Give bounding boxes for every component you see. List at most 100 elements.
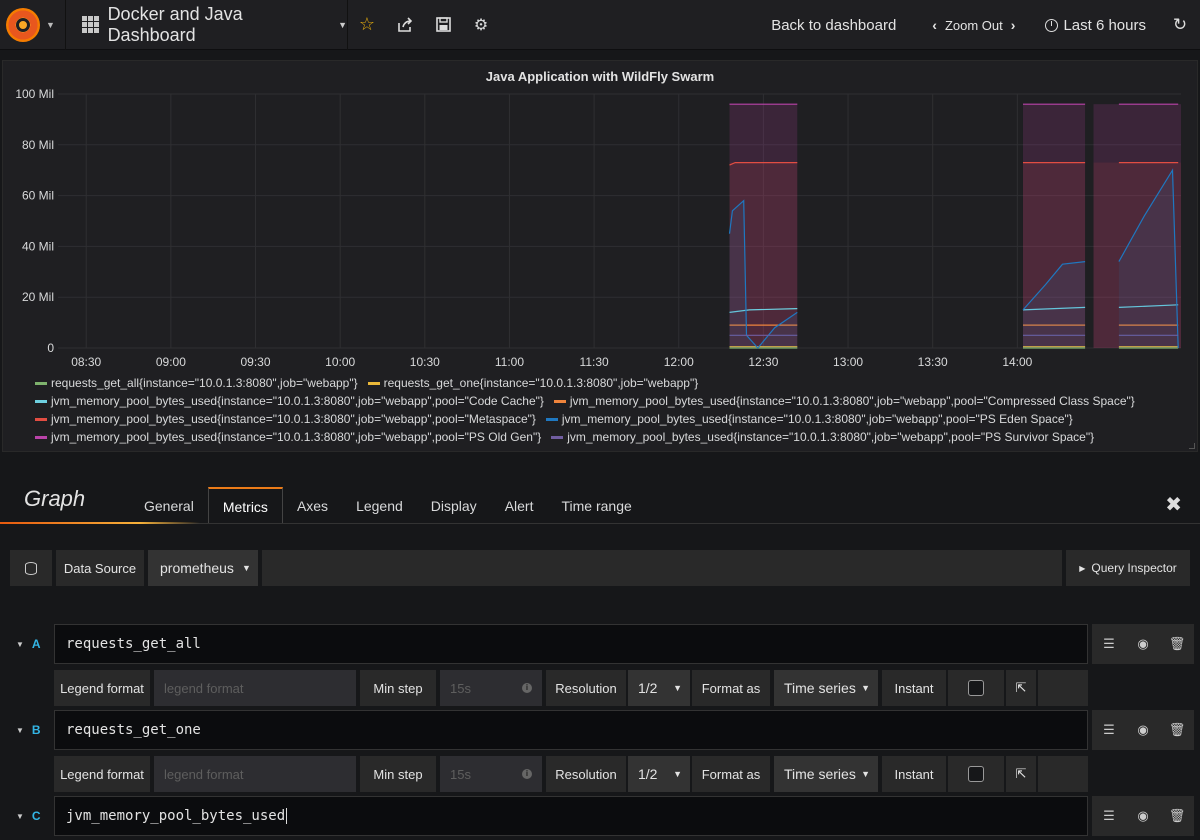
eye-icon[interactable]: ◉ bbox=[1126, 624, 1160, 664]
legend-item[interactable]: jvm_memory_pool_bytes_used{instance="10.… bbox=[35, 394, 544, 408]
instant-checkbox[interactable] bbox=[968, 766, 984, 782]
trash-icon[interactable]: 🗑 bbox=[1160, 796, 1194, 836]
query-options-row-b: Legend format legend format Min step 15s… bbox=[10, 756, 1190, 792]
open-link-icon[interactable]: ⇱ bbox=[1006, 670, 1036, 706]
legend-format-input[interactable]: legend format bbox=[154, 670, 356, 706]
time-range-picker[interactable]: Last 6 hours bbox=[1031, 17, 1160, 34]
query-collapse-toggle[interactable]: ▼ C bbox=[10, 796, 52, 836]
legend-item[interactable]: requests_get_all{instance="10.0.1.3:8080… bbox=[35, 376, 358, 390]
grafana-logo-icon bbox=[6, 7, 40, 42]
legend-row: requests_get_all{instance="10.0.1.3:8080… bbox=[35, 374, 1185, 392]
min-step-label: Min step bbox=[360, 756, 436, 792]
query-expression-input[interactable]: requests_get_all bbox=[54, 624, 1088, 664]
tab-time-range[interactable]: Time range bbox=[547, 487, 645, 524]
back-to-dashboard-button[interactable]: Back to dashboard bbox=[751, 17, 916, 34]
x-tick-label: 12:30 bbox=[748, 355, 778, 369]
legend-swatch bbox=[545, 417, 558, 421]
x-tick-label: 13:30 bbox=[918, 355, 948, 369]
min-step-input[interactable]: 15s i bbox=[440, 670, 542, 706]
y-tick-label: 40 Mil bbox=[22, 239, 54, 253]
resolution-select[interactable]: 1/2 ▼ bbox=[628, 756, 690, 792]
instant-checkbox[interactable] bbox=[968, 680, 984, 696]
query-row-a: ▼ A requests_get_all ☰ ◉ 🗑 bbox=[10, 624, 1194, 664]
x-tick-label: 09:00 bbox=[156, 355, 186, 369]
y-tick-label: 20 Mil bbox=[22, 290, 54, 304]
tab-alert[interactable]: Alert bbox=[491, 487, 548, 524]
datasource-select[interactable]: prometheus ▼ bbox=[148, 550, 258, 586]
min-step-label: Min step bbox=[360, 670, 436, 706]
graph-panel[interactable]: Java Application with WildFly Swarm 0 20 … bbox=[2, 60, 1198, 452]
resolution-value: 1/2 bbox=[638, 680, 658, 696]
trash-icon[interactable]: 🗑 bbox=[1160, 624, 1194, 664]
settings-gear-icon[interactable]: ⚙ bbox=[462, 0, 500, 50]
chevron-right-icon[interactable]: › bbox=[1003, 17, 1024, 33]
info-icon[interactable]: i bbox=[522, 769, 532, 779]
tab-axes[interactable]: Axes bbox=[283, 487, 342, 524]
tab-display[interactable]: Display bbox=[417, 487, 491, 524]
refresh-icon[interactable]: ↻ bbox=[1160, 15, 1200, 35]
format-as-select[interactable]: Time series ▼ bbox=[774, 670, 878, 706]
legend-format-label: Legend format bbox=[54, 670, 150, 706]
tab-metrics[interactable]: Metrics bbox=[207, 487, 283, 524]
text-cursor bbox=[286, 808, 288, 824]
eye-icon[interactable]: ◉ bbox=[1126, 796, 1160, 836]
open-link-icon[interactable]: ⇱ bbox=[1006, 756, 1036, 792]
x-tick-label: 11:30 bbox=[580, 355, 609, 369]
eye-icon[interactable]: ◉ bbox=[1126, 710, 1160, 750]
legend-label: jvm_memory_pool_bytes_used{instance="10.… bbox=[51, 412, 536, 426]
star-icon[interactable]: ☆ bbox=[348, 0, 386, 50]
legend-item[interactable]: jvm_memory_pool_bytes_used{instance="10.… bbox=[551, 430, 1094, 444]
query-expression-input[interactable]: requests_get_one bbox=[54, 710, 1088, 750]
chevron-left-icon[interactable]: ‹ bbox=[924, 17, 945, 33]
zoom-out-button[interactable]: Zoom Out bbox=[945, 18, 1003, 33]
query-expression-input[interactable]: jvm_memory_pool_bytes_used bbox=[54, 796, 1088, 836]
format-as-label: Format as bbox=[692, 670, 770, 706]
caret-down-icon: ▼ bbox=[338, 19, 347, 30]
legend-item[interactable]: jvm_memory_pool_bytes_used{instance="10.… bbox=[35, 430, 541, 444]
hamburger-menu-icon[interactable]: ☰ bbox=[1092, 710, 1126, 750]
graph-chart[interactable]: 0 20 Mil 40 Mil 60 Mil 80 Mil 100 Mil 08:30 09:… bbox=[3, 61, 1199, 371]
close-editor-icon[interactable]: ✖ bbox=[1165, 492, 1182, 517]
trash-icon[interactable]: 🗑 bbox=[1160, 710, 1194, 750]
caret-down-icon: ▼ bbox=[16, 725, 24, 735]
format-as-select[interactable]: Time series ▼ bbox=[774, 756, 878, 792]
legend-item[interactable]: requests_get_one{instance="10.0.1.3:8080… bbox=[367, 376, 698, 390]
grafana-menu[interactable]: ▼ bbox=[0, 0, 66, 50]
tab-legend[interactable]: Legend bbox=[342, 487, 417, 524]
legend-item[interactable]: jvm_memory_pool_bytes_used{instance="10.… bbox=[545, 412, 1073, 426]
save-icon[interactable] bbox=[424, 0, 462, 50]
caret-down-icon: ▼ bbox=[16, 639, 24, 649]
datasource-value: prometheus bbox=[160, 560, 234, 576]
legend-label: jvm_memory_pool_bytes_used{instance="10.… bbox=[569, 394, 1135, 408]
info-icon[interactable]: i bbox=[522, 683, 532, 693]
caret-right-icon: ▶ bbox=[1079, 563, 1086, 573]
query-letter: B bbox=[31, 723, 41, 737]
min-step-placeholder: 15s bbox=[450, 766, 471, 782]
share-icon[interactable] bbox=[386, 0, 424, 50]
resize-handle[interactable] bbox=[1189, 443, 1195, 449]
panel-editor-header: Graph General Metrics Axes Legend Display Ale… bbox=[0, 478, 1200, 524]
min-step-input[interactable]: 15s i bbox=[440, 756, 542, 792]
legend-label: jvm_memory_pool_bytes_used{instance="10.… bbox=[51, 430, 542, 444]
resolution-label: Resolution bbox=[546, 756, 626, 792]
legend-format-input[interactable]: legend format bbox=[154, 756, 356, 792]
query-inspector-button[interactable]: ▶ Query Inspector bbox=[1066, 550, 1190, 586]
query-expression-text: jvm_memory_pool_bytes_used bbox=[66, 808, 286, 824]
x-tick-label: 10:30 bbox=[410, 355, 440, 369]
dashboard-picker[interactable]: Docker and Java Dashboard ▼ bbox=[66, 0, 348, 50]
instant-label: Instant bbox=[882, 670, 946, 706]
query-collapse-toggle[interactable]: ▼ B bbox=[10, 710, 52, 750]
query-collapse-toggle[interactable]: ▼ A bbox=[10, 624, 52, 664]
legend-swatch bbox=[551, 435, 564, 439]
resolution-select[interactable]: 1/2 ▼ bbox=[628, 670, 690, 706]
legend-item[interactable]: jvm_memory_pool_bytes_used{instance="10.… bbox=[553, 394, 1135, 408]
caret-down-icon: ▼ bbox=[861, 769, 870, 779]
hamburger-menu-icon[interactable]: ☰ bbox=[1092, 796, 1126, 836]
tab-general[interactable]: General bbox=[130, 487, 208, 524]
legend-item[interactable]: jvm_memory_pool_bytes_used{instance="10.… bbox=[35, 412, 536, 426]
hamburger-menu-icon[interactable]: ☰ bbox=[1092, 624, 1126, 664]
x-tick-label: 14:00 bbox=[1002, 355, 1032, 369]
y-tick-label: 100 Mil bbox=[15, 87, 54, 101]
caret-down-icon: ▼ bbox=[673, 769, 682, 779]
chart-legend: requests_get_all{instance="10.0.1.3:8080… bbox=[35, 374, 1185, 446]
